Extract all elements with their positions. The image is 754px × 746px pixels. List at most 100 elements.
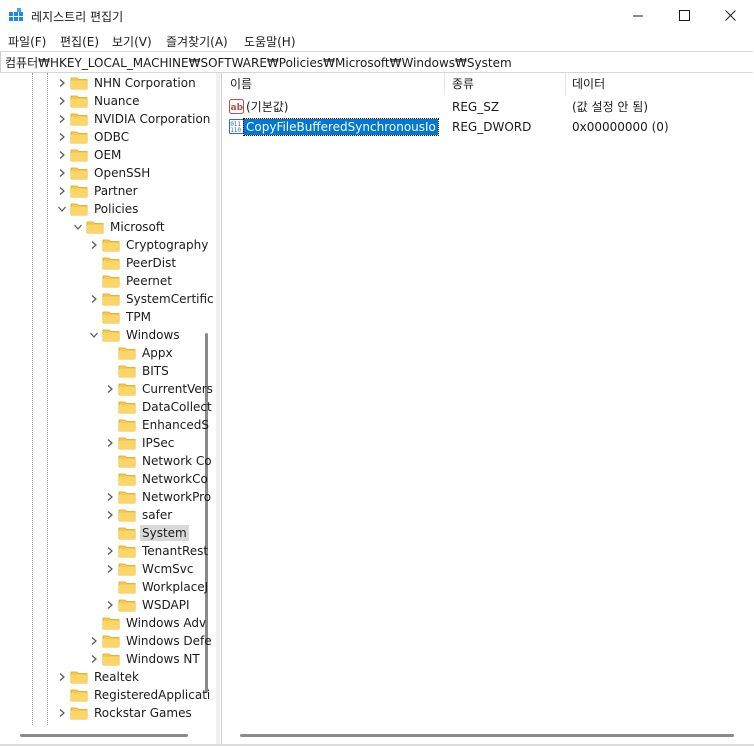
menu-file[interactable]: 파일(F) [8, 33, 46, 50]
address-path[interactable]: 컴퓨터₩HKEY_LOCAL_MACHINE₩SOFTWARE₩Policies… [5, 54, 512, 71]
tree-item[interactable]: Windows NT [88, 650, 202, 668]
chevron-right-icon[interactable] [104, 434, 116, 452]
tree-item[interactable]: Policies [56, 200, 140, 218]
chevron-down-icon[interactable] [72, 218, 84, 236]
minimize-button[interactable] [616, 0, 662, 31]
chevron-down-icon[interactable] [56, 200, 68, 218]
chevron-right-icon[interactable] [56, 668, 68, 686]
menu-view[interactable]: 보기(V) [112, 33, 152, 50]
tree-item[interactable]: EnhancedS [104, 416, 211, 434]
tree-item-label: Network Co [142, 454, 212, 468]
tree-item-label: Cryptography [126, 238, 209, 252]
chevron-right-icon[interactable] [56, 110, 68, 128]
folder-icon [70, 688, 88, 702]
tree-item[interactable]: NVIDIA Corporation [56, 110, 212, 128]
chevron-right-icon[interactable] [88, 632, 100, 650]
menu-help[interactable]: 도움말(H) [244, 33, 296, 50]
chevron-right-icon[interactable] [56, 74, 68, 92]
value-type: REG_SZ [452, 100, 500, 114]
pane-splitter[interactable] [216, 73, 220, 745]
tree-horizontal-scroll-thumb[interactable] [20, 734, 188, 737]
chevron-right-icon[interactable] [56, 704, 68, 722]
chevron-right-icon[interactable] [56, 146, 68, 164]
tree-item[interactable]: WcmSvc [104, 560, 195, 578]
tree-item[interactable]: Nuance [56, 92, 142, 110]
tree-item[interactable]: PeerDist [88, 254, 178, 272]
tree-item[interactable]: Windows Adv [88, 614, 208, 632]
folder-icon [118, 472, 136, 486]
tree-item[interactable]: Peernet [88, 272, 174, 290]
column-separator[interactable] [444, 73, 445, 95]
folder-open-icon [102, 328, 120, 342]
tree-item[interactable]: Network Co [104, 452, 214, 470]
column-separator[interactable] [565, 73, 566, 95]
chevron-right-icon[interactable] [88, 650, 100, 668]
tree-item[interactable]: SystemCertific [88, 290, 216, 308]
tree-item[interactable]: DataCollect [104, 398, 214, 416]
tree-item[interactable]: Realtek [56, 668, 141, 686]
tree-item[interactable]: OpenSSH [56, 164, 152, 182]
value-row-selected[interactable]: 011 110 CopyFileBufferedSynchronousIo RE… [222, 117, 753, 137]
tree-item[interactable]: IPSec [104, 434, 176, 452]
column-header-type[interactable]: 종류 [452, 73, 474, 95]
tree-item[interactable]: CurrentVers [104, 380, 215, 398]
chevron-right-icon[interactable] [104, 506, 116, 524]
chevron-right-icon[interactable] [104, 380, 116, 398]
address-bar[interactable]: 컴퓨터₩HKEY_LOCAL_MACHINE₩SOFTWARE₩Policies… [0, 51, 753, 73]
column-header-data[interactable]: 데이터 [572, 73, 605, 95]
column-header-name[interactable]: 이름 [230, 73, 252, 95]
tree-item[interactable]: safer [104, 506, 174, 524]
chevron-right-icon[interactable] [104, 488, 116, 506]
values-horizontal-scrollbar[interactable] [222, 726, 752, 744]
chevron-right-icon[interactable] [88, 290, 100, 308]
tree-item[interactable]: WorkplaceJ [104, 578, 210, 596]
chevron-down-icon[interactable] [88, 326, 100, 344]
chevron-right-icon[interactable] [104, 596, 116, 614]
chevron-right-icon[interactable] [104, 542, 116, 560]
close-button[interactable] [708, 0, 754, 31]
tree-item-label: TenantRest [142, 544, 209, 558]
folder-icon [118, 598, 136, 612]
tree-horizontal-scrollbar[interactable] [0, 726, 216, 744]
tree-item[interactable]: TPM [88, 308, 153, 326]
chevron-right-icon[interactable] [56, 128, 68, 146]
chevron-right-icon[interactable] [56, 182, 68, 200]
tree-item[interactable]: Microsoft [72, 218, 167, 236]
tree-item[interactable]: TenantRest [104, 542, 210, 560]
tree-item[interactable]: Windows [88, 326, 182, 344]
menu-favorites[interactable]: 즐겨찾기(A) [166, 33, 228, 50]
tree-item-label: Windows Defe [126, 634, 212, 648]
maximize-button[interactable] [662, 0, 708, 31]
tree-guide-line [32, 73, 33, 745]
tree-item[interactable]: WSDAPI [104, 596, 192, 614]
chevron-right-icon[interactable] [56, 164, 68, 182]
tree-item[interactable]: Rockstar Games [56, 704, 194, 722]
chevron-right-icon[interactable] [88, 236, 100, 254]
folder-icon [102, 274, 120, 288]
tree-item[interactable]: NHN Corporation [56, 74, 198, 92]
tree-item[interactable]: Cryptography [88, 236, 210, 254]
tree-item[interactable]: RegisteredApplicati [56, 686, 212, 704]
key-tree-pane[interactable]: NHN Corporation Nuance NVIDIA Corporation O… [0, 73, 217, 745]
tree-item[interactable]: Appx [104, 344, 175, 362]
tree-item[interactable]: NetworkCo [104, 470, 210, 488]
tree-item-label: WSDAPI [142, 598, 190, 612]
tree-item[interactable]: ODBC [56, 128, 131, 146]
tree-item[interactable]: OEM [56, 146, 123, 164]
tree-item[interactable]: Windows Defe [88, 632, 214, 650]
values-list-pane[interactable]: 이름 종류 데이터 ab (기본값) REG_SZ (값 설정 안 됨) 011… [221, 73, 753, 745]
folder-icon [70, 670, 88, 684]
chevron-right-icon[interactable] [104, 560, 116, 578]
values-horizontal-scroll-thumb[interactable] [240, 734, 734, 737]
chevron-right-icon[interactable] [56, 92, 68, 110]
tree-item[interactable]: BITS [104, 362, 171, 380]
tree-item[interactable]: NetworkPro [104, 488, 213, 506]
value-row[interactable]: ab (기본값) REG_SZ (값 설정 안 됨) [222, 97, 753, 117]
menu-edit[interactable]: 편집(E) [60, 33, 99, 50]
folder-icon [118, 526, 136, 540]
tree-item-label: Partner [94, 184, 138, 198]
tree-item[interactable]: Partner [56, 182, 140, 200]
tree-item[interactable]: System [104, 524, 189, 542]
